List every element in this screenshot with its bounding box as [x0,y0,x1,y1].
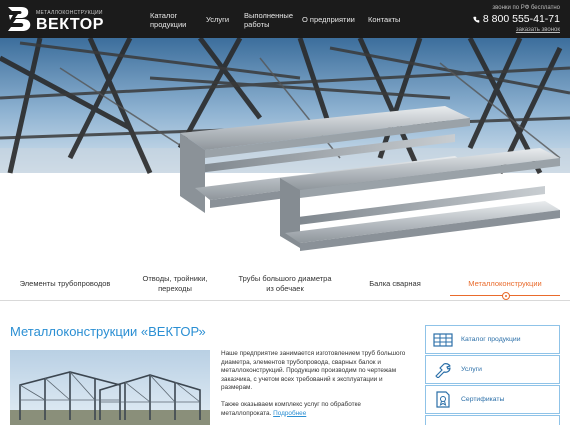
sidebar-item-catalog[interactable]: Каталог продукции [425,325,560,354]
nav-services[interactable]: Услуги [206,15,229,24]
active-tab-marker-icon [502,292,510,300]
nav-about-line1: О предприятии [302,15,355,24]
sidebar-item-certificates[interactable]: Сертификаты [425,385,560,414]
more-link[interactable]: Подробнее [273,410,306,417]
nav-contacts-line1: Контакты [368,15,401,24]
sidebar-item-partial[interactable] [425,415,560,425]
tab-welded-beam-label: Балка сварная [369,279,421,288]
nav-catalog[interactable]: Каталог продукции [150,11,186,29]
tab-pipeline-elements-label: Элементы трубопроводов [19,279,111,288]
logo-name: ВЕКТОР [36,16,104,33]
intro-paragraph-2: Также оказываем комплекс услуг по обрабо… [221,401,411,418]
logo-mark-icon [8,7,31,31]
nav-catalog-line2: продукции [150,20,187,29]
sidebar-partial-icon [432,421,454,425]
nav-works-line1: Выполненные [244,11,293,20]
intro-paragraph-1: Наше предприятие занимается изготовление… [221,350,406,392]
phone-number-text: 8 800 555-41-71 [482,13,560,25]
nav-contacts[interactable]: Контакты [368,15,400,24]
catalog-icon [432,331,454,349]
sidebar-item-services[interactable]: Услуги [425,355,560,384]
tab-bends-tees[interactable]: Отводы, тройники, переходы [130,267,220,301]
tab-large-pipes[interactable]: Трубы большого диаметра из обечаек [220,267,350,301]
certificate-icon [432,391,454,409]
tab-bends-tees-line1: Отводы, тройники, [142,274,208,283]
metal-structure-photo [10,350,210,425]
site-header: МЕТАЛЛОКОНСТРУКЦИИ ВЕКТОР Каталог продук… [0,0,570,38]
hero-banner [0,38,570,267]
sidebar-item-services-label: Услуги [461,366,482,373]
nav-about[interactable]: О предприятии [302,15,355,24]
photo-image [10,350,210,425]
sidebar-item-certificates-label: Сертификаты [461,396,505,403]
logo[interactable]: МЕТАЛЛОКОНСТРУКЦИИ ВЕКТОР [6,5,136,35]
tab-metal-structures-label: Металлоконструкции [468,279,542,288]
sidebar-item-catalog-label: Каталог продукции [461,336,521,343]
phone-note: звонки по РФ бесплатно [492,5,560,11]
services-icon [432,361,454,379]
phone-number[interactable]: 8 800 555-41-71 [473,13,560,25]
page-title: Металлоконструкции «ВЕКТОР» [10,324,206,339]
hero-image [0,38,570,267]
tab-bends-tees-line2: переходы [158,284,192,293]
callback-link[interactable]: заказать звонок [516,27,560,33]
nav-works-line2: работы [244,20,270,29]
nav-works[interactable]: Выполненные работы [244,11,293,29]
phone-icon [473,16,480,23]
tab-welded-beam[interactable]: Балка сварная [350,267,440,301]
tab-large-pipes-line1: Трубы большого диаметра [238,274,332,283]
nav-services-line1: Услуги [206,15,230,24]
tab-pipeline-elements[interactable]: Элементы трубопроводов [0,267,130,301]
tab-large-pipes-line2: из обечаек [266,284,304,293]
intro-text: Наше предприятие занимается изготовление… [221,350,411,418]
nav-catalog-line1: Каталог [150,11,178,20]
